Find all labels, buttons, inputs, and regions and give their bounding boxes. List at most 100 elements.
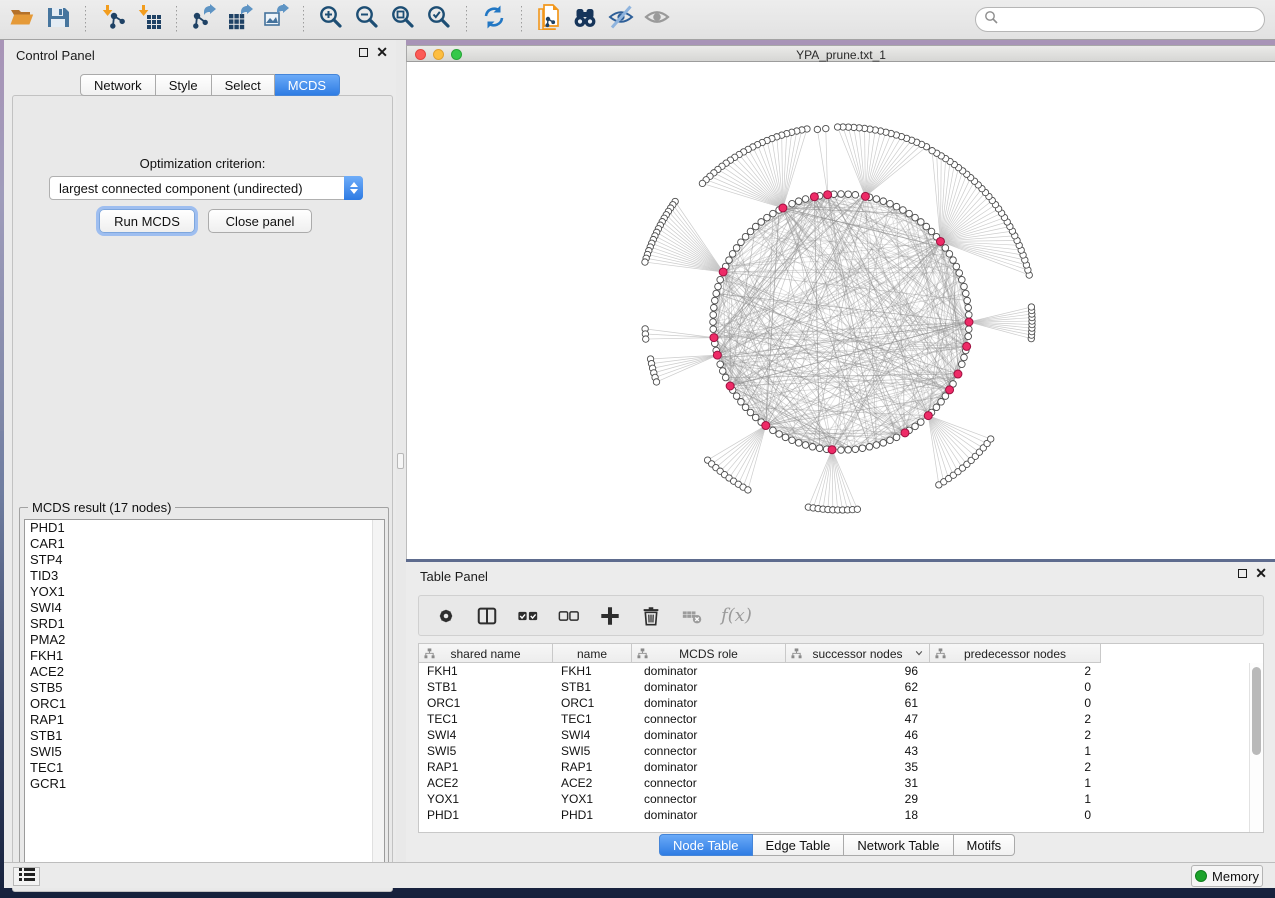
mcds-result-list[interactable]: PHD1CAR1STP4TID3YOX1SWI4SRD1PMA2FKH1ACE2…	[24, 519, 385, 875]
table-row[interactable]: STB1STB1dominator620	[419, 679, 1101, 695]
vertical-splitter[interactable]	[396, 40, 406, 862]
network-node[interactable]	[752, 223, 759, 230]
mcds-hub-node[interactable]	[710, 334, 718, 342]
network-node[interactable]	[887, 200, 894, 207]
network-node[interactable]	[733, 245, 740, 252]
network-node[interactable]	[711, 304, 718, 311]
table-row[interactable]: FKH1FKH1dominator962	[419, 663, 1101, 679]
network-node[interactable]	[710, 319, 717, 326]
network-node[interactable]	[738, 399, 745, 406]
mcds-result-item[interactable]: SRD1	[25, 616, 384, 632]
mcds-hub-node[interactable]	[861, 192, 869, 200]
network-node[interactable]	[845, 446, 852, 453]
network-node[interactable]	[770, 210, 777, 217]
mcds-result-item[interactable]: TID3	[25, 568, 384, 584]
tab-network[interactable]: Network	[80, 74, 156, 96]
search-field[interactable]	[975, 7, 1265, 32]
network-graph[interactable]	[407, 62, 1275, 559]
network-node[interactable]	[893, 203, 900, 210]
mcds-hub-node[interactable]	[779, 204, 787, 212]
network-node[interactable]	[961, 283, 968, 290]
column-header-MCDS-role[interactable]: MCDS role	[632, 644, 786, 663]
network-node[interactable]	[653, 379, 659, 385]
import-table-button[interactable]	[131, 5, 167, 35]
network-node[interactable]	[918, 419, 925, 426]
select-all-rows-icon[interactable]	[516, 604, 540, 628]
network-node[interactable]	[795, 440, 802, 447]
network-node[interactable]	[747, 409, 754, 416]
splitter-grip[interactable]	[397, 453, 404, 469]
zoom-in-button[interactable]	[313, 5, 349, 35]
network-node[interactable]	[742, 404, 749, 411]
network-node[interactable]	[715, 283, 722, 290]
mcds-hub-node[interactable]	[963, 342, 971, 350]
delete-column-icon[interactable]	[639, 604, 663, 628]
close-panel-button[interactable]: Close panel	[208, 209, 312, 233]
mcds-hub-node[interactable]	[719, 268, 727, 276]
network-node[interactable]	[747, 228, 754, 235]
import-network-button[interactable]	[95, 5, 131, 35]
node-table[interactable]: shared namenameMCDS rolesuccessor nodesp…	[418, 643, 1264, 833]
network-node[interactable]	[816, 445, 823, 452]
search-input[interactable]	[1003, 12, 1256, 27]
network-node[interactable]	[782, 434, 789, 441]
network-node[interactable]	[965, 326, 972, 333]
network-node[interactable]	[776, 431, 783, 438]
column-header-predecessor-nodes[interactable]: predecessor nodes	[930, 644, 1101, 663]
close-panel-icon[interactable]: ✕	[376, 47, 388, 58]
network-node[interactable]	[918, 219, 925, 226]
tab-edge-table[interactable]: Edge Table	[753, 834, 845, 856]
function-builder-icon[interactable]: f(x)	[721, 605, 752, 626]
memory-button[interactable]: Memory	[1191, 865, 1263, 887]
network-node[interactable]	[642, 259, 648, 265]
network-node[interactable]	[809, 443, 816, 450]
table-row[interactable]: ACE2ACE2connector311	[419, 775, 1101, 791]
table-scrollbar-track[interactable]	[1249, 663, 1263, 832]
show-columns-icon[interactable]	[475, 604, 499, 628]
network-node[interactable]	[962, 290, 969, 297]
network-node[interactable]	[950, 257, 957, 264]
network-node[interactable]	[933, 404, 940, 411]
save-session-button[interactable]	[40, 5, 76, 35]
network-node[interactable]	[988, 436, 994, 442]
network-node[interactable]	[900, 207, 907, 214]
network-node[interactable]	[712, 297, 719, 304]
network-node[interactable]	[852, 446, 859, 453]
network-node[interactable]	[770, 427, 777, 434]
network-node[interactable]	[643, 336, 649, 342]
network-canvas[interactable]	[406, 62, 1275, 559]
network-node[interactable]	[961, 354, 968, 361]
open-session-button[interactable]	[4, 5, 40, 35]
column-header-successor-nodes[interactable]: successor nodes	[786, 644, 930, 663]
network-node[interactable]	[823, 125, 829, 131]
mcds-hub-node[interactable]	[965, 318, 973, 326]
mcds-hub-node[interactable]	[824, 191, 832, 199]
network-node[interactable]	[923, 223, 930, 230]
table-scrollbar-thumb[interactable]	[1252, 667, 1261, 755]
mcds-result-item[interactable]: CAR1	[25, 536, 384, 552]
network-node[interactable]	[764, 214, 771, 221]
network-node[interactable]	[845, 191, 852, 198]
network-node[interactable]	[959, 276, 966, 283]
network-node[interactable]	[866, 443, 873, 450]
hide-selected-button[interactable]	[603, 5, 639, 35]
network-node[interactable]	[758, 219, 765, 226]
network-node[interactable]	[965, 304, 972, 311]
mcds-result-item[interactable]: STP4	[25, 552, 384, 568]
table-row[interactable]: RAP1RAP1dominator352	[419, 759, 1101, 775]
network-node[interactable]	[887, 437, 894, 444]
network-node[interactable]	[965, 312, 972, 319]
run-mcds-button[interactable]: Run MCDS	[99, 209, 195, 233]
table-row[interactable]: YOX1YOX1connector291	[419, 791, 1101, 807]
mcds-result-item[interactable]: TEC1	[25, 760, 384, 776]
network-node[interactable]	[814, 126, 820, 132]
mcds-hub-node[interactable]	[924, 412, 932, 420]
mcds-result-item[interactable]: PMA2	[25, 632, 384, 648]
add-column-icon[interactable]	[598, 604, 622, 628]
network-node[interactable]	[873, 196, 880, 203]
network-node[interactable]	[802, 442, 809, 449]
network-node[interactable]	[942, 245, 949, 252]
network-node[interactable]	[745, 487, 751, 493]
network-node[interactable]	[938, 399, 945, 406]
mcds-hub-node[interactable]	[810, 193, 818, 201]
